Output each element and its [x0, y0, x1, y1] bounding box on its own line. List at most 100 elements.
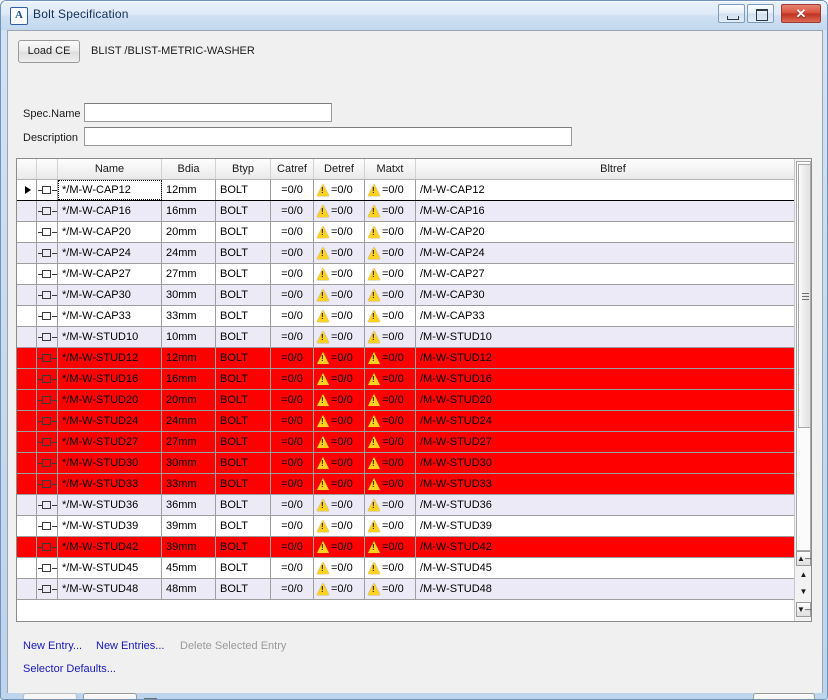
row-indicator-cell[interactable] — [17, 453, 37, 473]
cell-bdia[interactable]: 27mm — [162, 264, 216, 284]
cell-detref[interactable]: =0/0 — [314, 222, 365, 242]
cell-name[interactable]: */M-W-STUD20 — [58, 390, 162, 410]
grid-header-bltref[interactable]: Bltref — [416, 159, 811, 179]
cell-catref[interactable]: =0/0 — [271, 201, 314, 221]
scroll-down-button[interactable]: ▼ — [796, 585, 811, 600]
title-bar[interactable]: A Bolt Specification ✕ — [1, 1, 827, 30]
grid-header-name[interactable]: Name — [58, 159, 162, 179]
cell-catref[interactable]: =0/0 — [271, 243, 314, 263]
row-indicator-cell[interactable] — [17, 369, 37, 389]
row-indicator-cell[interactable] — [17, 264, 37, 284]
cell-name[interactable]: */M-W-CAP33 — [58, 306, 162, 326]
table-row[interactable]: */M-W-CAP16 16mm BOLT =0/0 =0/0 =0/0/M-W-CAP1… — [17, 201, 811, 222]
cell-name[interactable]: */M-W-STUD45 — [58, 558, 162, 578]
row-indicator-cell[interactable] — [17, 474, 37, 494]
cell-catref[interactable]: =0/0 — [271, 558, 314, 578]
cell-catref[interactable]: =0/0 — [271, 453, 314, 473]
cell-name[interactable]: */M-W-CAP27 — [58, 264, 162, 284]
cell-bltref[interactable]: /M-W-STUD45 — [416, 558, 811, 578]
cell-bdia[interactable]: 16mm — [162, 201, 216, 221]
cell-matxt[interactable]: =0/0 — [365, 306, 416, 326]
cell-bltref[interactable]: /M-W-STUD33 — [416, 474, 811, 494]
row-reference-cell[interactable] — [37, 285, 58, 305]
cell-detref[interactable]: =0/0 — [314, 495, 365, 515]
table-row[interactable]: */M-W-STUD10 10mm BOLT =0/0 =0/0 =0/0/M-W-STU… — [17, 327, 811, 348]
cell-matxt[interactable]: =0/0 — [365, 411, 416, 431]
grid-vertical-scrollbar[interactable]: ▲― ▲ ▼ ▼― — [794, 159, 811, 621]
cell-matxt[interactable]: =0/0 — [365, 201, 416, 221]
scrollbar-track[interactable] — [796, 161, 811, 551]
cell-bdia[interactable]: 20mm — [162, 390, 216, 410]
cell-bdia[interactable]: 39mm — [162, 537, 216, 557]
row-indicator-cell[interactable] — [17, 348, 37, 368]
cell-bdia[interactable]: 10mm — [162, 327, 216, 347]
cell-matxt[interactable]: =0/0 — [365, 285, 416, 305]
cell-bdia[interactable]: 27mm — [162, 432, 216, 452]
cell-detref[interactable]: =0/0 — [314, 201, 365, 221]
row-indicator-cell[interactable] — [17, 390, 37, 410]
cell-matxt[interactable]: =0/0 — [365, 390, 416, 410]
cell-bltref[interactable]: /M-W-STUD24 — [416, 411, 811, 431]
cell-btyp[interactable]: BOLT — [216, 306, 271, 326]
cell-bltref[interactable]: /M-W-STUD30 — [416, 453, 811, 473]
table-row[interactable]: */M-W-STUD27 27mm BOLT =0/0 =0/0 =0/0/M-W-STU… — [17, 432, 811, 453]
cell-matxt[interactable]: =0/0 — [365, 243, 416, 263]
grid-header-catref[interactable]: Catref — [271, 159, 314, 179]
load-ce-button[interactable]: Load CE — [18, 40, 80, 63]
cell-detref[interactable]: =0/0 — [314, 453, 365, 473]
scroll-to-bottom-button[interactable]: ▼― — [796, 602, 811, 617]
cell-detref[interactable]: =0/0 — [314, 327, 365, 347]
table-row[interactable]: */M-W-CAP20 20mm BOLT =0/0 =0/0 =0/0/M-W-CAP2… — [17, 222, 811, 243]
row-indicator-cell[interactable] — [17, 285, 37, 305]
cell-matxt[interactable]: =0/0 — [365, 264, 416, 284]
spec-name-input[interactable] — [84, 103, 332, 122]
selector-defaults-link[interactable]: Selector Defaults... — [23, 663, 116, 675]
table-row[interactable]: */M-W-STUD16 16mm BOLT =0/0 =0/0 =0/0/M-W-STU… — [17, 369, 811, 390]
cell-name[interactable]: */M-W-STUD39 — [58, 516, 162, 536]
row-reference-cell[interactable] — [37, 390, 58, 410]
row-reference-cell[interactable] — [37, 306, 58, 326]
cell-name[interactable]: */M-W-STUD36 — [58, 495, 162, 515]
cell-bltref[interactable]: /M-W-STUD48 — [416, 579, 811, 599]
cell-name[interactable]: */M-W-STUD42 — [58, 537, 162, 557]
row-reference-cell[interactable] — [37, 369, 58, 389]
cell-bdia[interactable]: 12mm — [162, 180, 216, 200]
row-reference-cell[interactable] — [37, 579, 58, 599]
cell-btyp[interactable]: BOLT — [216, 369, 271, 389]
table-row[interactable]: */M-W-CAP12 12mm BOLT =0/0 =0/0 =0/0/M-W-CAP1… — [17, 180, 811, 201]
cell-detref[interactable]: =0/0 — [314, 516, 365, 536]
row-reference-cell[interactable] — [37, 495, 58, 515]
bolt-entries-grid[interactable]: Name Bdia Btyp Catref Detref Matxt Bltre… — [16, 158, 812, 622]
row-indicator-cell[interactable] — [17, 327, 37, 347]
dismiss-button[interactable]: Dismiss — [753, 693, 815, 699]
cell-name[interactable]: */M-W-STUD10 — [58, 327, 162, 347]
cell-matxt[interactable]: =0/0 — [365, 180, 416, 200]
cell-name[interactable]: */M-W-CAP30 — [58, 285, 162, 305]
cell-bdia[interactable]: 16mm — [162, 369, 216, 389]
cell-bltref[interactable]: /M-W-CAP24 — [416, 243, 811, 263]
cell-btyp[interactable]: BOLT — [216, 411, 271, 431]
cell-bdia[interactable]: 33mm — [162, 306, 216, 326]
cell-name[interactable]: */M-W-STUD27 — [58, 432, 162, 452]
cell-btyp[interactable]: BOLT — [216, 222, 271, 242]
cell-name[interactable]: */M-W-CAP16 — [58, 201, 162, 221]
cell-bdia[interactable]: 12mm — [162, 348, 216, 368]
cell-bltref[interactable]: /M-W-STUD16 — [416, 369, 811, 389]
cell-detref[interactable]: =0/0 — [314, 579, 365, 599]
cell-detref[interactable]: =0/0 — [314, 537, 365, 557]
cell-matxt[interactable]: =0/0 — [365, 348, 416, 368]
cell-detref[interactable]: =0/0 — [314, 264, 365, 284]
scroll-to-top-button[interactable]: ▲― — [796, 551, 811, 566]
row-reference-cell[interactable] — [37, 537, 58, 557]
cell-bdia[interactable]: 45mm — [162, 558, 216, 578]
row-reference-cell[interactable] — [37, 243, 58, 263]
table-row[interactable]: */M-W-CAP33 33mm BOLT =0/0 =0/0 =0/0/M-W-CAP3… — [17, 306, 811, 327]
row-indicator-cell[interactable] — [17, 495, 37, 515]
cell-bdia[interactable]: 48mm — [162, 579, 216, 599]
cell-catref[interactable]: =0/0 — [271, 432, 314, 452]
cell-catref[interactable]: =0/0 — [271, 411, 314, 431]
cell-matxt[interactable]: =0/0 — [365, 516, 416, 536]
row-reference-cell[interactable] — [37, 222, 58, 242]
cell-bltref[interactable]: /M-W-STUD36 — [416, 495, 811, 515]
cell-btyp[interactable]: BOLT — [216, 579, 271, 599]
